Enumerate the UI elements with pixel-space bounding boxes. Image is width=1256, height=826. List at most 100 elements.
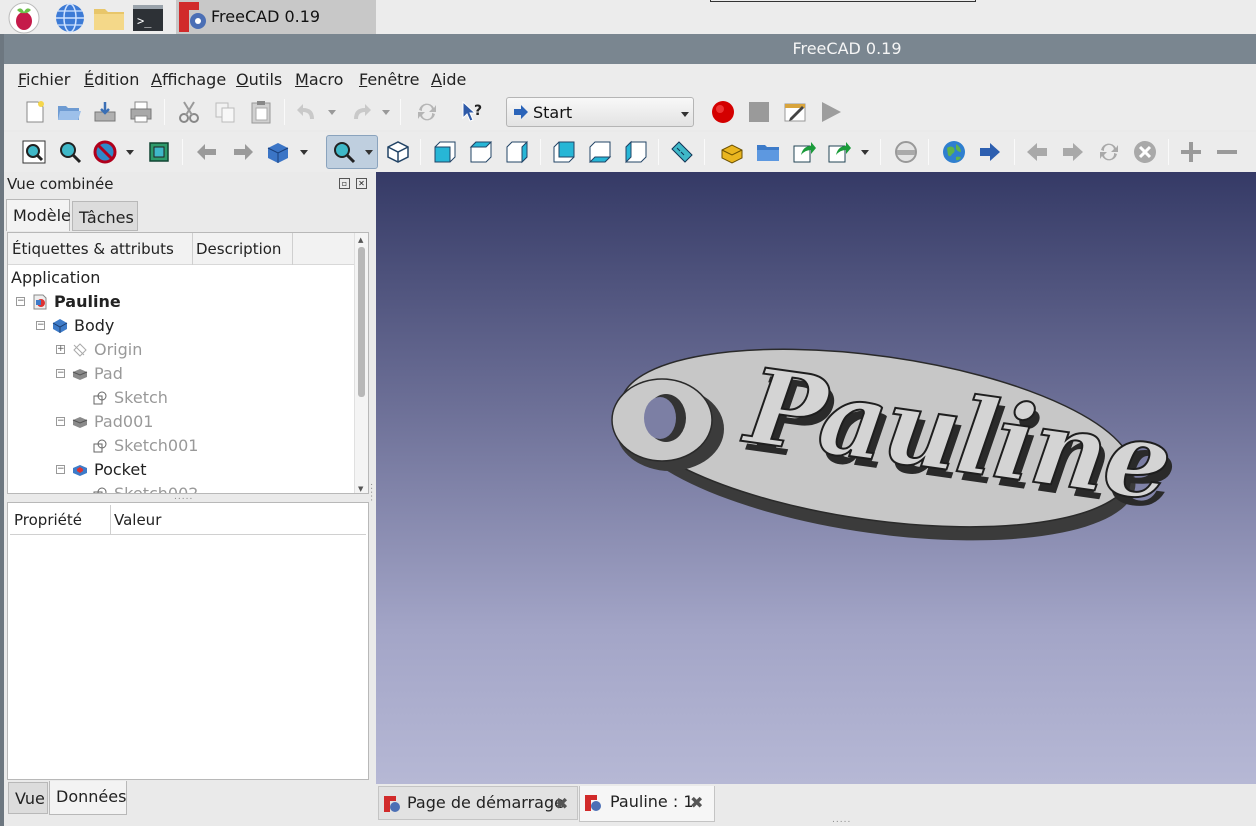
close-panel-icon[interactable]: ✕ <box>356 178 367 189</box>
window-titlebar[interactable]: FreeCAD 0.19 <box>4 34 1256 64</box>
view-isometric-icon[interactable] <box>385 139 411 165</box>
bottom-splitter[interactable]: ..... <box>832 815 851 825</box>
macro-record-icon[interactable] <box>710 99 736 125</box>
new-document-icon[interactable] <box>22 99 48 125</box>
tab-modele[interactable]: Modèle <box>6 199 71 231</box>
menu-macro[interactable]: Macro <box>295 70 343 89</box>
close-icon[interactable]: ✖ <box>690 793 703 812</box>
tab-pauline[interactable]: Pauline : 1 ✖ <box>579 786 715 822</box>
view-bottom-icon[interactable] <box>587 139 613 165</box>
measure-icon[interactable] <box>669 139 695 165</box>
redo-dropdown-icon[interactable] <box>382 110 390 115</box>
std-views-dropdown-icon[interactable] <box>300 150 308 155</box>
zoom-in-icon[interactable] <box>1178 139 1204 165</box>
collapse-icon[interactable]: − <box>56 369 65 378</box>
toolbar-separator <box>704 139 705 165</box>
link-actions-dropdown-icon[interactable] <box>861 150 869 155</box>
column-header-description[interactable]: Description <box>196 240 281 258</box>
bounding-box-icon[interactable] <box>146 139 172 165</box>
arrow-right-blue-icon[interactable] <box>977 139 1003 165</box>
document-tabs: Page de démarrage ✖ Pauline : 1 ✖ ..... <box>376 784 1256 826</box>
sketcher-view-section-icon[interactable] <box>893 139 919 165</box>
menu-aide[interactable]: Aide <box>431 70 466 89</box>
copy-icon[interactable] <box>212 99 238 125</box>
globe-icon[interactable] <box>54 2 84 33</box>
web-refresh-icon[interactable] <box>1096 139 1122 165</box>
menu-mnemonic: O <box>236 70 249 89</box>
float-panel-icon[interactable]: ▫ <box>339 178 350 189</box>
view-forward-icon[interactable] <box>230 139 256 165</box>
chevron-down-icon <box>681 112 689 117</box>
cut-icon[interactable] <box>176 99 202 125</box>
whats-this-icon[interactable]: ? <box>460 99 486 125</box>
save-icon[interactable] <box>92 99 118 125</box>
expand-icon[interactable]: + <box>56 345 65 354</box>
column-divider <box>192 233 193 265</box>
refresh-icon[interactable] <box>414 99 440 125</box>
create-part-icon[interactable] <box>719 139 745 165</box>
draw-style-dropdown-icon[interactable] <box>126 150 134 155</box>
collapse-icon[interactable]: − <box>16 297 25 306</box>
view-left-icon[interactable] <box>623 139 649 165</box>
column-header-property[interactable]: Propriété <box>14 511 82 529</box>
redo-icon[interactable] <box>348 99 374 125</box>
view-top-icon[interactable] <box>468 139 494 165</box>
tab-start-page[interactable]: Page de démarrage ✖ <box>378 786 578 820</box>
std-views-icon[interactable] <box>265 139 291 165</box>
paste-icon[interactable] <box>248 99 274 125</box>
web-globe-icon[interactable] <box>941 139 967 165</box>
open-folder-icon[interactable] <box>56 99 82 125</box>
menu-fichier[interactable]: Fichier <box>18 70 70 89</box>
scrollbar-thumb[interactable] <box>358 247 365 397</box>
view-rear-icon[interactable] <box>551 139 577 165</box>
fit-selection-icon[interactable] <box>57 139 83 165</box>
view-back-icon[interactable] <box>194 139 220 165</box>
panel-splitter[interactable]: ..... <box>174 492 193 502</box>
link-actions-icon[interactable] <box>826 139 852 165</box>
create-link-icon[interactable] <box>791 139 817 165</box>
menu-edition[interactable]: Édition <box>84 70 139 89</box>
menu-affichage[interactable]: Affichage <box>151 70 226 89</box>
freecad-icon <box>384 796 400 812</box>
menu-fenetre[interactable]: Fenêtre <box>359 70 420 89</box>
macro-play-icon[interactable] <box>818 99 844 125</box>
undo-dropdown-icon[interactable] <box>328 110 336 115</box>
tree-scrollbar[interactable]: ▲ ▼ <box>354 233 368 493</box>
toolbar-separator <box>658 139 659 165</box>
web-back-icon[interactable] <box>1024 139 1050 165</box>
scroll-down-icon[interactable]: ▼ <box>358 485 363 493</box>
collapse-icon[interactable]: − <box>56 465 65 474</box>
terminal-icon[interactable]: >_ <box>132 2 163 32</box>
fit-all-icon[interactable] <box>21 139 47 165</box>
print-icon[interactable] <box>128 99 154 125</box>
menu-outils[interactable]: Outils <box>236 70 282 89</box>
macro-edit-icon[interactable] <box>782 99 808 125</box>
toolbar-separator <box>164 99 165 125</box>
zoom-tool-button[interactable] <box>326 135 378 169</box>
tab-taches[interactable]: Tâches <box>72 201 138 231</box>
view-right-icon[interactable] <box>504 139 530 165</box>
close-icon[interactable]: ✖ <box>555 794 568 813</box>
web-stop-icon[interactable] <box>1132 139 1158 165</box>
web-forward-icon[interactable] <box>1060 139 1086 165</box>
column-header-labels[interactable]: Étiquettes & attributs <box>12 240 174 258</box>
undo-icon[interactable] <box>294 99 320 125</box>
3d-viewport[interactable]: Pauline Pauline <box>376 172 1256 784</box>
zoom-out-icon[interactable] <box>1214 139 1240 165</box>
tab-donnees[interactable]: Données <box>49 781 127 815</box>
macro-stop-icon[interactable] <box>746 99 772 125</box>
menu-mnemonic: A <box>431 70 442 89</box>
column-header-value[interactable]: Valeur <box>114 511 161 529</box>
workbench-selector[interactable]: Start <box>506 97 694 127</box>
collapse-icon[interactable]: − <box>56 417 65 426</box>
tab-vue[interactable]: Vue <box>8 782 48 814</box>
collapse-icon[interactable]: − <box>36 321 45 330</box>
draw-style-icon[interactable] <box>92 139 118 165</box>
menu-label: ichier <box>26 70 71 89</box>
raspberry-icon[interactable] <box>8 2 40 34</box>
create-group-icon[interactable] <box>755 139 781 165</box>
view-front-icon[interactable] <box>432 139 458 165</box>
folder-icon[interactable] <box>92 2 124 32</box>
toolbar-separator <box>284 99 285 125</box>
scroll-up-icon[interactable]: ▲ <box>358 236 363 244</box>
